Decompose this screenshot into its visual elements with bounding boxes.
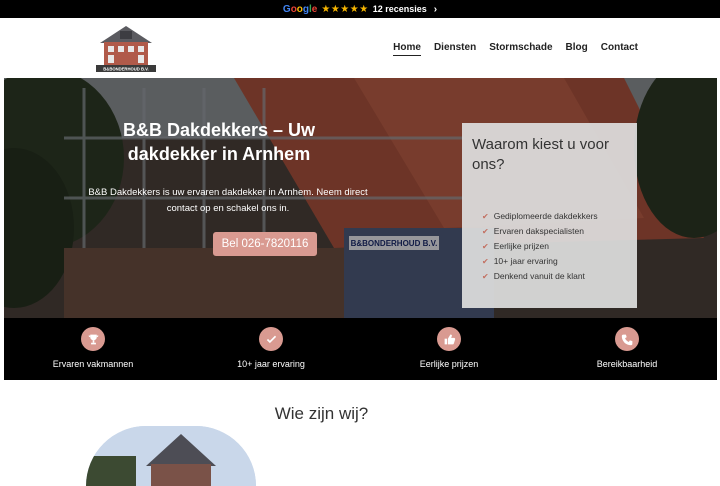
check-icon: ✔: [482, 242, 489, 251]
google-reviews-bar[interactable]: Google ★★★★★ 12 recensies ›: [0, 0, 720, 18]
why-us-title: Waarom kiest u voor ons?: [472, 136, 609, 173]
list-item: ✔ Denkend vanuit de klant: [482, 269, 627, 284]
nav-contact[interactable]: Contact: [601, 42, 638, 56]
check-icon: ✔: [482, 257, 489, 266]
hero-text: B&B Dakdekkers is uw ervaren dakdekker i…: [88, 187, 368, 214]
site-header: B&BONDERHOUD B.V. Home Diensten Stormsch…: [0, 18, 720, 78]
main-nav: Home Diensten Stormschade Blog Contact: [393, 42, 638, 56]
logo-text: B&BONDERHOUD B.V.: [103, 67, 148, 72]
phone-icon: [615, 327, 639, 351]
feature-label: 10+ jaar ervaring: [237, 359, 305, 369]
google-logo: Google: [282, 3, 318, 15]
features-strip: Ervaren vakmannen 10+ jaar ervaring Eerl…: [4, 318, 717, 380]
list-item: ✔ Eerlijke prijzen: [482, 239, 627, 254]
list-item: ✔ Ervaren dakspecialisten: [482, 224, 627, 239]
list-item: ✔ Gediplomeerde dakdekkers: [482, 209, 627, 224]
nav-blog[interactable]: Blog: [566, 42, 588, 56]
hero-title: B&B Dakdekkers – Uw dakdekker in Arnhem: [122, 120, 316, 164]
about-image: [86, 426, 256, 486]
feature-item: 10+ jaar ervaring: [201, 327, 341, 369]
feature-item: Ervaren vakmannen: [23, 327, 163, 369]
check-icon: ✔: [482, 272, 489, 281]
nav-stormschade[interactable]: Stormschade: [489, 42, 552, 56]
chevron-right-icon: ›: [433, 3, 438, 15]
list-item: ✔ 10+ jaar ervaring: [482, 254, 627, 269]
feature-label: Ervaren vakmannen: [52, 359, 134, 369]
feature-label: Bereikbaarheid: [596, 359, 658, 369]
about-title: Wie zijn wij?: [274, 404, 369, 423]
check-icon: [259, 327, 283, 351]
feature-label: Eerlijke prijzen: [419, 359, 479, 369]
trophy-icon: [81, 327, 105, 351]
company-logo[interactable]: B&BONDERHOUD B.V.: [94, 23, 158, 73]
nav-diensten[interactable]: Diensten: [434, 42, 476, 56]
why-us-box: Waarom kiest u voor ons? ✔ Gediplomeerde …: [462, 123, 637, 308]
why-us-list: ✔ Gediplomeerde dakdekkers ✔ Ervaren daksp…: [482, 209, 627, 284]
feature-item: Bereikbaarheid: [557, 327, 697, 369]
nav-home[interactable]: Home: [393, 42, 421, 56]
check-icon: ✔: [482, 212, 489, 221]
feature-item: Eerlijke prijzen: [379, 327, 519, 369]
reviews-count: 12 recensies: [372, 4, 427, 14]
call-button[interactable]: Bel 026-7820116: [213, 232, 317, 256]
rating-stars: ★★★★★: [321, 3, 369, 15]
thumbs-up-icon: [437, 327, 461, 351]
check-icon: ✔: [482, 227, 489, 236]
hero-section: B&BONDERHOUD B.V. B&B Dakdekkers – Uw da…: [4, 78, 717, 318]
